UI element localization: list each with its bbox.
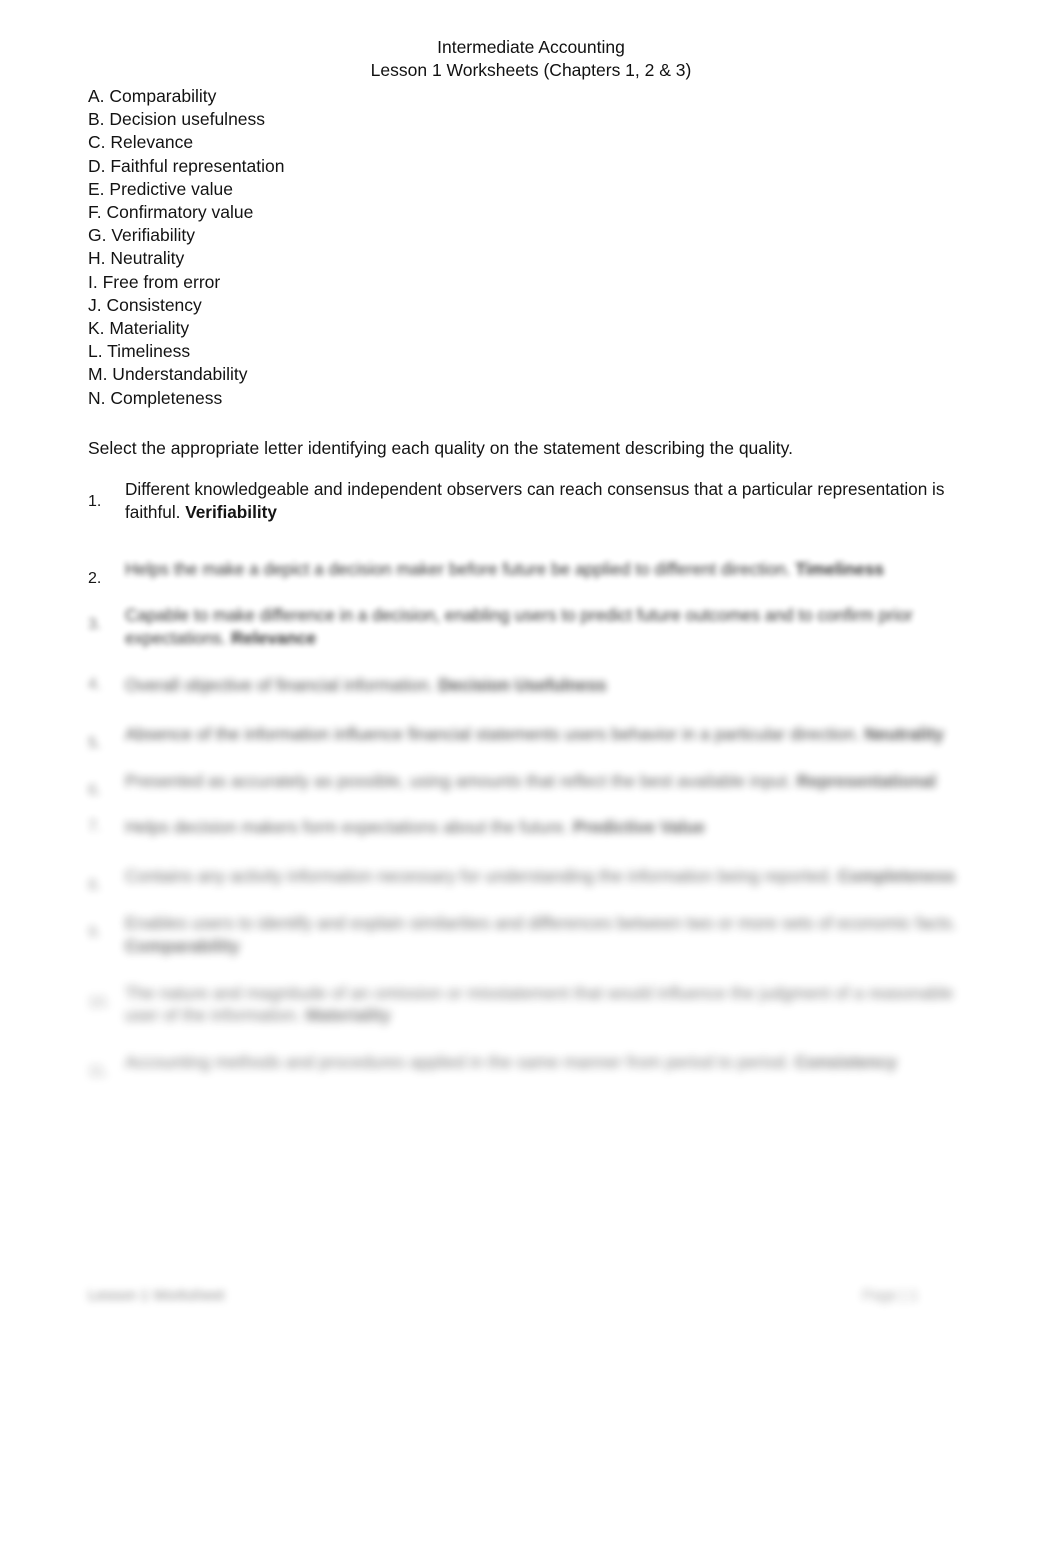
page-title: Intermediate Accounting Lesson 1 Workshe…	[88, 36, 974, 82]
list-item: N. Completeness	[88, 387, 223, 408]
question-number: 10.	[88, 993, 111, 1011]
question-item: 9. Enables users to identify and explain…	[88, 912, 968, 958]
question-body: Contains any activity information necess…	[125, 865, 968, 888]
question-statement: Contains any activity information necess…	[125, 866, 833, 887]
title-line-secondary: Lesson 1 Worksheets (Chapters 1, 2 & 3)	[370, 60, 692, 80]
document-page: Intermediate Accounting Lesson 1 Workshe…	[0, 0, 1062, 1556]
question-body: Different knowledgeable and independent …	[125, 478, 968, 524]
list-item: M. Understandability	[88, 364, 248, 385]
question-answer: Completeness	[837, 866, 956, 887]
question-number: 9.	[88, 923, 102, 941]
question-number: 4.	[88, 675, 102, 693]
list-item: I. Free from error	[88, 271, 221, 292]
instruction-text: Select the appropriate letter identifyin…	[88, 438, 793, 458]
question-body: Overall objective of financial informati…	[125, 674, 968, 697]
question-statement: Accounting methods and procedures applie…	[125, 1052, 790, 1073]
question-statement: Presented as accurately as possible, usi…	[125, 770, 792, 791]
quality-letter-list: A. Comparability B. Decision usefulness …	[88, 85, 688, 410]
page-footer: Lesson 1 Worksheet Page | 1	[88, 1286, 918, 1312]
question-item: 7. Helps decision makers form expectatio…	[88, 816, 968, 839]
footer-left-text: Lesson 1 Worksheet	[88, 1287, 225, 1304]
question-answer: Predictive Value	[573, 817, 705, 838]
title-line-primary: Intermediate Accounting	[437, 37, 625, 57]
question-statement: Overall objective of financial informati…	[125, 674, 434, 695]
question-number: 2.	[88, 569, 102, 587]
question-answer: Verifiability	[185, 501, 277, 522]
footer-page-number: Page | 1	[862, 1287, 918, 1304]
question-number: 1.	[88, 493, 102, 510]
list-item: D. Faithful representation	[88, 155, 285, 176]
question-number: 11.	[88, 1063, 110, 1081]
question-body: Helps decision makers form expectations …	[125, 816, 968, 839]
list-item: J. Consistency	[88, 294, 202, 315]
list-item: H. Neutrality	[88, 248, 185, 269]
question-statement: Absence of the information influence fin…	[125, 723, 860, 744]
list-item: B. Decision usefulness	[88, 109, 266, 130]
question-answer: Timeliness	[795, 558, 884, 579]
question-body: Absence of the information influence fin…	[125, 723, 968, 746]
question-answer: Materiality	[305, 1005, 391, 1026]
list-item: F. Confirmatory value	[88, 202, 254, 223]
question-body: Presented as accurately as possible, usi…	[125, 770, 968, 793]
question-body: Enables users to identify and explain si…	[125, 912, 968, 958]
list-item: G. Verifiability	[88, 225, 195, 246]
question-number: 8.	[88, 877, 102, 895]
question-number: 3.	[88, 616, 102, 634]
question-item: 3. Capable to make difference in a decis…	[88, 604, 968, 650]
question-answer: Representational	[796, 770, 937, 791]
question-item: 5. Absence of the information influence …	[88, 723, 968, 752]
question-item: 1. Different knowledgeable and independe…	[88, 478, 968, 524]
question-number: 6.	[88, 781, 102, 799]
question-statement: Helps decision makers form expectations …	[125, 817, 569, 838]
question-answer: Neutrality	[864, 723, 944, 744]
question-body: Capable to make difference in a decision…	[125, 604, 968, 650]
question-list: 1. Different knowledgeable and independe…	[88, 478, 968, 1080]
question-answer: Decision Usefulness	[438, 674, 607, 695]
question-answer: Consistency	[794, 1052, 897, 1073]
question-item: 4. Overall objective of financial inform…	[88, 674, 968, 697]
question-item: 2. Helps the make a depict a decision ma…	[88, 558, 968, 587]
question-body: Helps the make a depict a decision maker…	[125, 558, 968, 581]
list-item: L. Timeliness	[88, 341, 191, 362]
question-number: 7.	[88, 818, 102, 836]
question-statement: The nature and magnitude of an omission …	[125, 982, 954, 1026]
question-item: 6. Presented as accurately as possible, …	[88, 770, 968, 799]
question-answer: Relevance	[231, 628, 317, 649]
question-statement: Enables users to identify and explain si…	[125, 912, 957, 933]
question-body: Accounting methods and procedures applie…	[125, 1051, 968, 1074]
question-answer: Comparability	[125, 935, 240, 956]
question-number: 5.	[88, 734, 102, 752]
question-item: 11. Accounting methods and procedures ap…	[88, 1051, 968, 1080]
list-item: E. Predictive value	[88, 178, 233, 199]
list-item: C. Relevance	[88, 132, 194, 153]
question-statement: Helps the make a depict a decision maker…	[125, 558, 791, 579]
list-item: K. Materiality	[88, 318, 190, 339]
list-item: A. Comparability	[88, 86, 217, 106]
question-item: 10. The nature and magnitude of an omiss…	[88, 982, 968, 1028]
question-body: The nature and magnitude of an omission …	[125, 982, 968, 1028]
question-item: 8. Contains any activity information nec…	[88, 865, 968, 894]
